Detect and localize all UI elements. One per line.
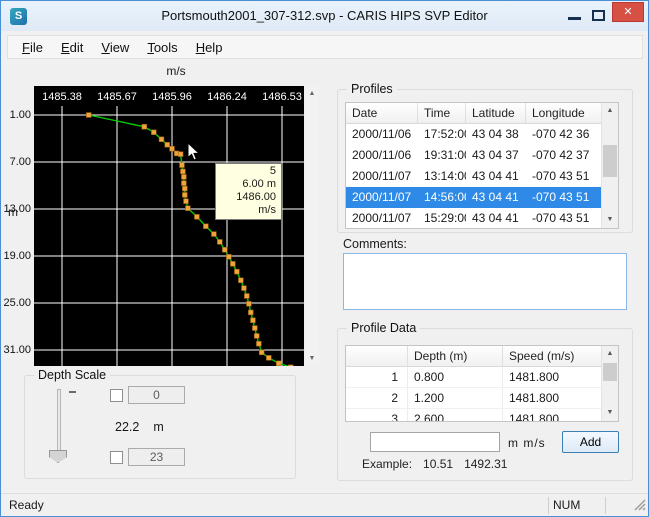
profiles-col-time: Time: [418, 103, 466, 123]
profile-data-row[interactable]: 10.8001481.800: [346, 367, 618, 388]
data-entry-input[interactable]: [370, 432, 500, 452]
window-title: Portsmouth2001_307-312.svp - CARIS HIPS …: [161, 1, 487, 31]
pd-col-depth: Depth (m): [408, 346, 503, 366]
minimize-icon: [568, 17, 581, 20]
chart-y-tick: 19.00: [3, 250, 31, 262]
profile-data-group: Profile Data Depth (m) Speed (m/s) 10.80…: [337, 328, 633, 481]
chart-x-tick: 1485.67: [94, 91, 140, 103]
profile-data-scrollbar[interactable]: ▲ ▼: [601, 346, 618, 421]
profiles-scroll-up-icon[interactable]: ▲: [602, 103, 618, 119]
entry-unit-label: m m/s: [508, 436, 546, 450]
app-window: S Portsmouth2001_307-312.svp - CARIS HIP…: [0, 0, 649, 517]
current-depth-unit: m: [153, 420, 163, 434]
maximize-button[interactable]: [588, 5, 610, 27]
tooltip-point-index: 5: [218, 165, 276, 178]
profiles-scrollbar[interactable]: ▲ ▼: [601, 103, 618, 228]
min-depth-checkbox[interactable]: [110, 389, 123, 402]
max-depth-checkbox[interactable]: [110, 451, 123, 464]
profiles-scroll-down-icon[interactable]: ▼: [602, 212, 618, 228]
maximize-icon: [592, 10, 605, 21]
svp-plot-canvas: [34, 86, 304, 366]
depth-scale-label: Depth Scale: [34, 368, 110, 383]
menu-bar: File Edit View Tools Help: [7, 35, 643, 59]
status-num-indicator: NUM: [553, 498, 603, 512]
profiles-table: Date Time Latitude Longitude 2000/11/061…: [345, 102, 619, 229]
profile-data-header: Depth (m) Speed (m/s): [346, 346, 618, 367]
close-button[interactable]: ✕: [612, 2, 644, 22]
menu-item-help[interactable]: Help: [187, 38, 232, 57]
depth-slider-thumb[interactable]: [49, 450, 67, 463]
profile-row[interactable]: 2000/11/0619:31:0043 04 37-070 42 37: [346, 145, 618, 166]
depth-slider-track[interactable]: [57, 389, 61, 455]
profiles-col-longitude: Longitude: [526, 103, 603, 123]
profile-row-selected[interactable]: 2000/11/0714:56:0043 04 41-070 43 51: [346, 187, 618, 208]
status-bar: Ready NUM: [1, 493, 648, 516]
chart-y-tick: 25.00: [3, 297, 31, 309]
profiles-table-header: Date Time Latitude Longitude: [346, 103, 618, 124]
comments-label: Comments:: [343, 237, 407, 251]
profile-data-row[interactable]: 21.2001481.800: [346, 388, 618, 409]
pd-col-rownum: [346, 346, 408, 366]
status-divider: [548, 497, 549, 514]
pd-scroll-down-icon[interactable]: ▼: [602, 405, 618, 421]
comments-textarea[interactable]: [343, 253, 627, 310]
tooltip-speed: 1486.00 m/s: [218, 191, 276, 217]
minimize-button[interactable]: [564, 5, 586, 27]
min-depth-field: 0: [128, 386, 185, 404]
profiles-col-latitude: Latitude: [466, 103, 526, 123]
pd-scroll-up-icon[interactable]: ▲: [602, 346, 618, 362]
chart-scroll-down-icon[interactable]: ▼: [305, 351, 319, 366]
chart-x-tick: 1485.38: [39, 91, 85, 103]
chart-scroll-up-icon[interactable]: ▲: [305, 86, 319, 101]
tooltip-depth: 6.00 m: [218, 178, 276, 191]
example-speed: 1492.31: [464, 457, 507, 471]
menu-item-edit[interactable]: Edit: [52, 38, 92, 57]
current-depth-value: 22.2: [115, 420, 139, 434]
chart-scrollbar[interactable]: ▲ ▼: [305, 86, 319, 366]
profiles-col-date: Date: [346, 103, 418, 123]
chart-x-tick: 1486.24: [204, 91, 250, 103]
pd-scroll-thumb[interactable]: [603, 363, 617, 381]
status-divider: [605, 497, 606, 514]
status-ready-text: Ready: [9, 498, 44, 512]
profile-data-row[interactable]: 32.6001481.800: [346, 409, 618, 422]
close-icon: ✕: [623, 6, 632, 18]
profile-row[interactable]: 2000/11/0713:14:0043 04 41-070 43 51: [346, 166, 618, 187]
profiles-label: Profiles: [347, 82, 397, 97]
add-button[interactable]: Add: [562, 431, 619, 453]
example-label: Example:: [362, 457, 412, 471]
entry-example: Example: 10.51 1492.31: [362, 457, 507, 471]
plot-point-tooltip: 5 6.00 m 1486.00 m/s: [215, 163, 282, 220]
title-bar[interactable]: S Portsmouth2001_307-312.svp - CARIS HIP…: [1, 1, 648, 31]
max-depth-field: 23: [128, 448, 185, 466]
pd-col-speed: Speed (m/s): [503, 346, 603, 366]
profile-row[interactable]: 2000/11/0617:52:0043 04 38-070 42 36: [346, 124, 618, 145]
mouse-cursor-icon: [187, 142, 201, 167]
chart-y-tick: 31.00: [3, 344, 31, 356]
chart-y-tick: 7.00: [3, 156, 31, 168]
svp-plot[interactable]: 1485.38 1485.67 1485.96 1486.24 1486.53: [34, 86, 304, 366]
chart-x-tick: 1485.96: [149, 91, 195, 103]
example-depth: 10.51: [423, 457, 453, 471]
chart-y-tick: 1.00: [3, 109, 31, 121]
menu-item-tools[interactable]: Tools: [138, 38, 186, 57]
depth-scale-group: Depth Scale 0 22.2 m 23: [24, 375, 296, 479]
menu-item-view[interactable]: View: [92, 38, 138, 57]
current-depth-readout: 22.2 m: [115, 420, 164, 434]
profile-data-table: Depth (m) Speed (m/s) 10.8001481.800 21.…: [345, 345, 619, 422]
chart-y-tick: 13.00: [3, 203, 31, 215]
profiles-group: Profiles Date Time Latitude Longitude 20…: [337, 89, 633, 233]
profiles-scroll-thumb[interactable]: [603, 145, 617, 177]
app-icon[interactable]: S: [10, 8, 27, 25]
profile-row[interactable]: 2000/11/0715:29:0043 04 41-070 43 51: [346, 208, 618, 229]
menu-item-file[interactable]: File: [13, 38, 52, 57]
depth-slider-tick: [69, 391, 76, 393]
resize-grip[interactable]: [633, 498, 646, 514]
chart-x-axis-unit: m/s: [156, 64, 196, 78]
profile-data-label: Profile Data: [347, 321, 420, 336]
chart-x-tick: 1486.53: [259, 91, 304, 103]
